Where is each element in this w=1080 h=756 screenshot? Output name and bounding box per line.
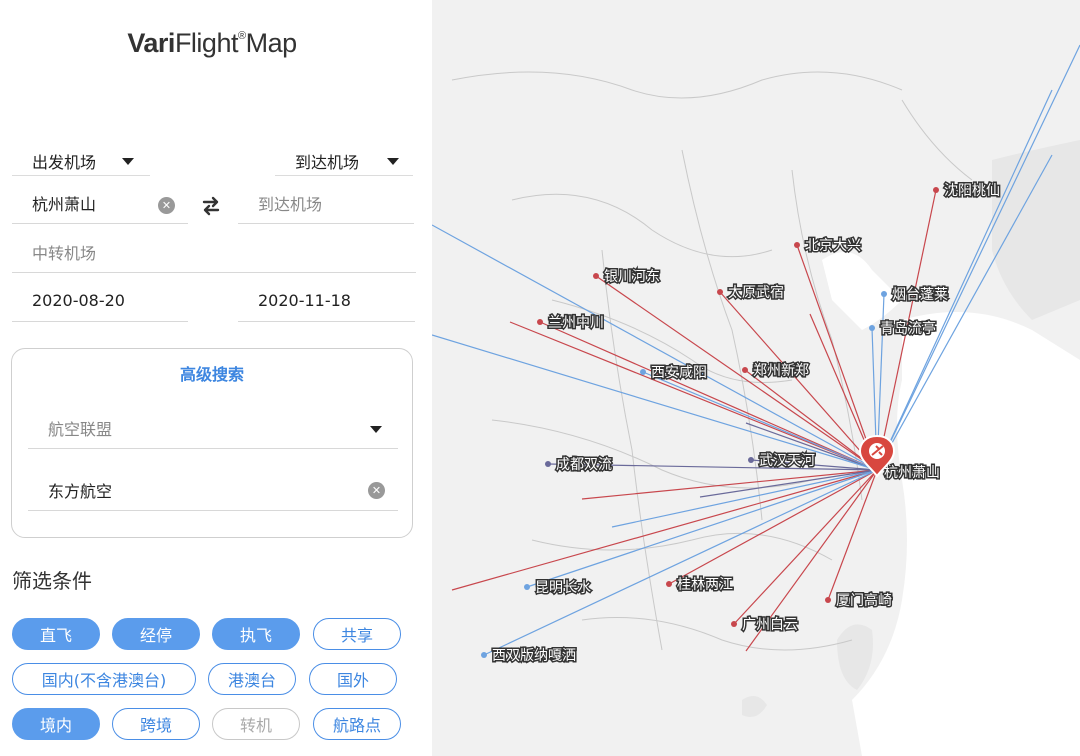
city-label[interactable]: 武汉天河 [758, 452, 817, 471]
filter-chip[interactable]: 国外 [309, 663, 397, 695]
taiwan-land [837, 624, 873, 690]
chevron-down-icon [122, 158, 134, 165]
city-label[interactable]: 广州白云 [741, 616, 800, 635]
city-label[interactable]: 银川河东 [603, 268, 662, 287]
arrival-airport-select[interactable]: 到达机场 [275, 146, 413, 176]
advanced-search-box: 高级搜索 航空联盟 东方航空 ✕ [11, 348, 413, 538]
city-label[interactable]: 北京大兴 [804, 237, 863, 256]
airport-dot[interactable] [881, 291, 887, 297]
departure-select-label: 出发机场 [32, 152, 97, 172]
arrival-placeholder: 到达机场 [258, 194, 323, 214]
filter-chip[interactable]: 境内 [12, 708, 100, 740]
airport-dot[interactable] [869, 325, 875, 331]
airport-dot[interactable] [717, 289, 723, 295]
airport-dot[interactable] [524, 584, 530, 590]
hub-label[interactable]: 杭州萧山 [883, 464, 942, 483]
filter-chip[interactable]: 国内(不含港澳台) [12, 663, 196, 695]
swap-icon[interactable] [200, 195, 222, 217]
search-panel: VariFlight®Map 出发机场 到达机场 杭州萧山 ✕ 到达机场 中转机… [0, 0, 432, 756]
airport-dot[interactable] [731, 621, 737, 627]
city-label[interactable]: 郑州新郑 [752, 362, 811, 381]
chevron-down-icon [387, 158, 399, 165]
alliance-placeholder: 航空联盟 [48, 419, 113, 439]
departure-airport-select[interactable]: 出发机场 [12, 146, 150, 176]
route-line [451, 469, 878, 591]
route-line [699, 469, 878, 498]
city-label[interactable]: 昆明长水 [534, 579, 593, 598]
airline-value: 东方航空 [48, 481, 113, 501]
airport-dot[interactable] [825, 597, 831, 603]
date-from-input[interactable]: 2020-08-20 [12, 280, 188, 322]
arrival-select-label: 到达机场 [295, 152, 360, 172]
airport-dot[interactable] [545, 461, 551, 467]
airport-dot[interactable] [537, 319, 543, 325]
airport-dot[interactable] [666, 581, 672, 587]
airport-dot[interactable] [640, 369, 646, 375]
city-label[interactable]: 成都双流 [555, 456, 614, 475]
city-label[interactable]: 太原武宿 [727, 283, 786, 303]
route-map[interactable]: 沈阳桃仙北京大兴银川河东太原武宿 烟台蓬莱兰州中川 青岛流亭西安咸阳 郑州新郑武汉天河… [432, 0, 1080, 756]
airline-input[interactable]: 东方航空 [28, 469, 398, 511]
city-label[interactable]: 厦门高崎 [835, 591, 894, 611]
clear-icon[interactable]: ✕ [158, 197, 175, 214]
filter-chip[interactable]: 港澳台 [208, 663, 296, 695]
airport-dot[interactable] [748, 457, 754, 463]
city-label[interactable]: 兰州中川 [547, 314, 606, 333]
east-sea [852, 312, 1080, 756]
filter-chip[interactable]: 执飞 [212, 618, 300, 650]
bohai-sea [822, 252, 902, 330]
airport-dot[interactable] [794, 242, 800, 248]
transfer-placeholder: 中转机场 [32, 243, 97, 263]
chevron-down-icon [370, 426, 382, 433]
arrival-input[interactable]: 到达机场 [238, 182, 414, 224]
route-line [432, 334, 878, 471]
airport-dot[interactable] [933, 187, 939, 193]
city-label[interactable]: 桂林两江 [676, 576, 735, 595]
transfer-input[interactable]: 中转机场 [12, 231, 416, 273]
date-to-input[interactable]: 2020-11-18 [238, 280, 415, 322]
city-label[interactable]: 沈阳桃仙 [943, 182, 1002, 201]
route-line [509, 321, 878, 471]
alliance-select[interactable]: 航空联盟 [28, 407, 398, 449]
city-label[interactable]: 烟台蓬莱 [891, 286, 950, 305]
clear-icon[interactable]: ✕ [368, 482, 385, 499]
airport-dot[interactable] [742, 367, 748, 373]
filter-chip[interactable]: 转机 [212, 708, 300, 740]
map-canvas[interactable]: 沈阳桃仙北京大兴银川河东太原武宿 烟台蓬莱兰州中川 青岛流亭西安咸阳 郑州新郑武汉天河… [432, 0, 1080, 756]
airport-dot[interactable] [481, 652, 487, 658]
filter-chip[interactable]: 直飞 [12, 618, 100, 650]
filter-title: 筛选条件 [12, 569, 92, 593]
date-to-value: 2020-11-18 [258, 291, 351, 310]
city-label[interactable]: 西安咸阳 [650, 364, 709, 383]
route-line [432, 224, 878, 471]
city-label[interactable]: 青岛流亭 [879, 319, 938, 339]
filter-chip[interactable]: 航路点 [313, 708, 401, 740]
filter-chip[interactable]: 经停 [112, 618, 200, 650]
hainan-land [742, 696, 767, 718]
airport-dot[interactable] [593, 273, 599, 279]
province-borders [451, 71, 973, 651]
route-line [611, 469, 878, 528]
city-label[interactable]: 西双版纳嘎洒 [491, 647, 578, 666]
logo: VariFlight®Map [127, 28, 297, 58]
date-from-value: 2020-08-20 [32, 291, 125, 310]
route-line [483, 469, 878, 656]
departure-value: 杭州萧山 [32, 194, 97, 214]
route-line [539, 321, 878, 471]
filter-chip[interactable]: 跨境 [112, 708, 200, 740]
advanced-search-title[interactable]: 高级搜索 [12, 361, 412, 385]
korea-land [992, 140, 1080, 320]
filter-chip[interactable]: 共享 [313, 618, 401, 650]
